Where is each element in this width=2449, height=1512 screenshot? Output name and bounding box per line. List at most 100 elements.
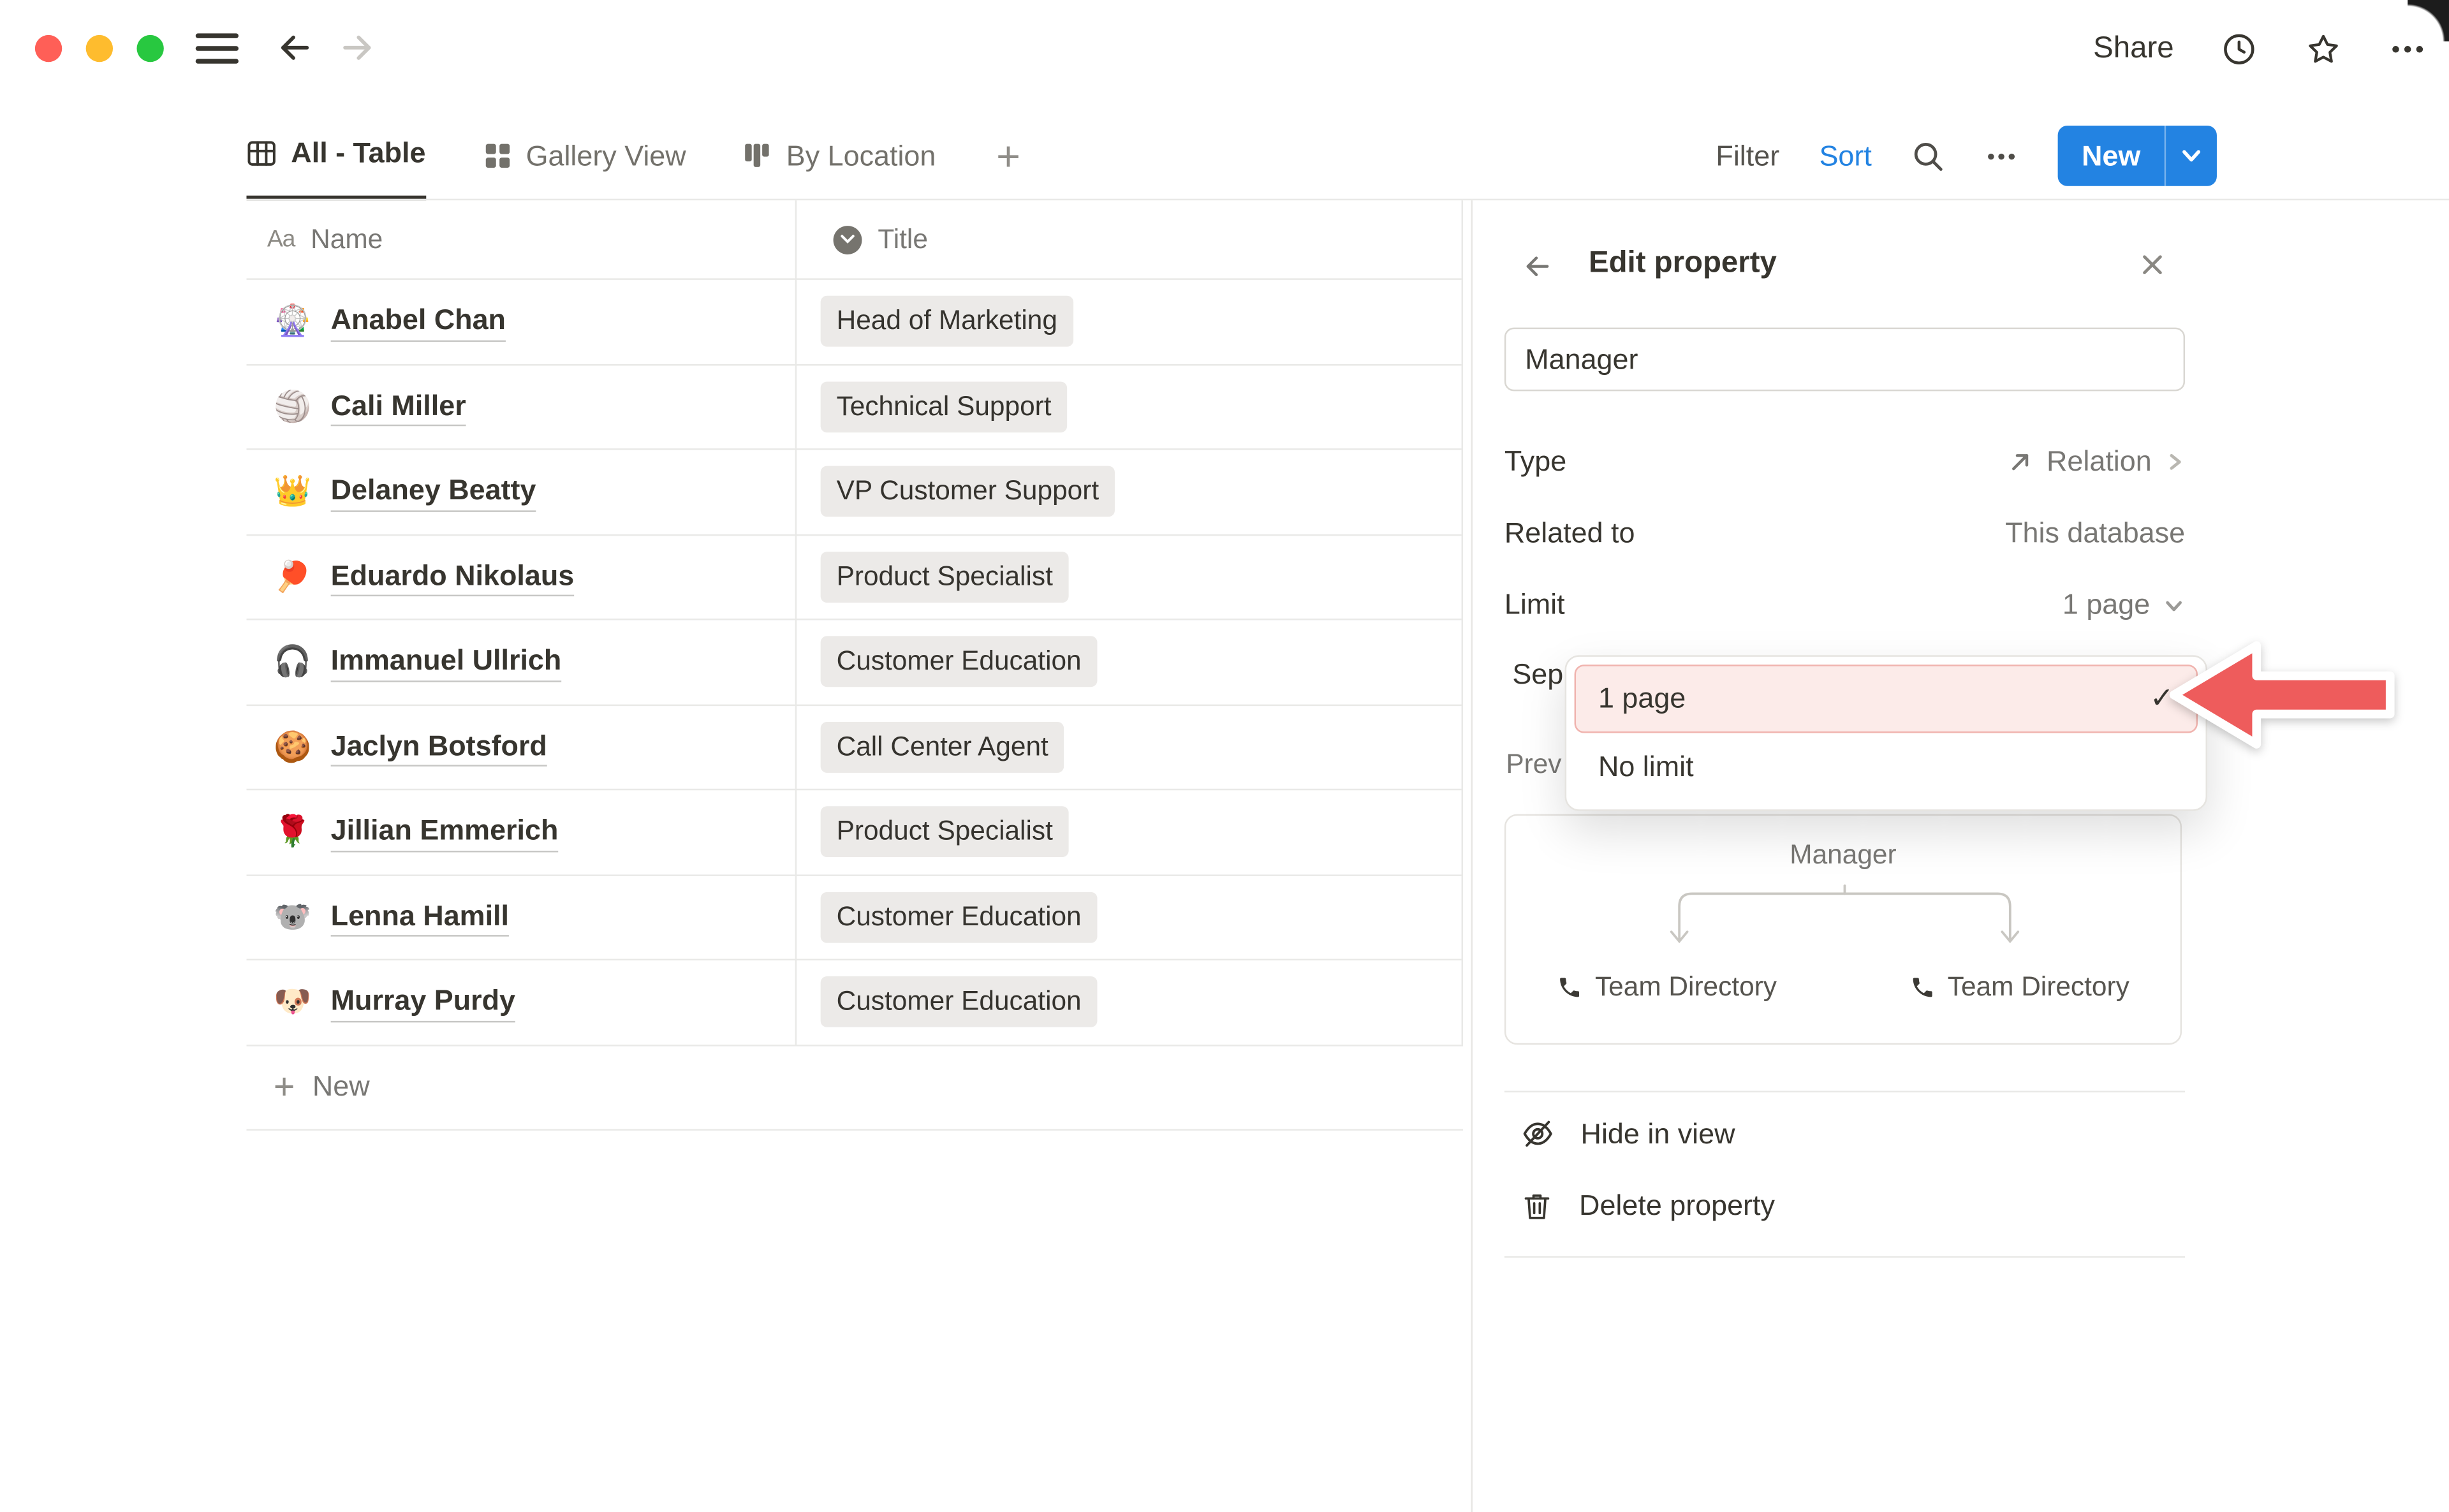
new-record-button[interactable]: New <box>2058 126 2217 186</box>
table-row[interactable]: 👑 Delaney Beatty VP Customer Support <box>246 450 1463 535</box>
table-row[interactable]: 🎧 Immanuel Ullrich Customer Education <box>246 620 1463 705</box>
field-label: Type <box>1504 445 1566 478</box>
column-label: Title <box>878 223 928 255</box>
forward-arrow-icon[interactable] <box>337 27 379 68</box>
table-row[interactable]: 🏓 Eduardo Nikolaus Product Specialist <box>246 535 1463 620</box>
page-emoji: 🎧 <box>274 643 312 681</box>
field-value: 1 page <box>2063 589 2150 622</box>
action-label: Hide in view <box>1581 1117 1735 1150</box>
dropdown-option-1-page[interactable]: 1 page ✓ <box>1575 664 2198 733</box>
history-clock-icon[interactable] <box>2220 30 2258 68</box>
table-right-border <box>1462 200 1463 1045</box>
text-property-icon: Aa <box>267 226 295 253</box>
tab-gallery-view[interactable]: Gallery View <box>483 112 686 201</box>
sort-button[interactable]: Sort <box>1819 139 1871 172</box>
preview-item: Team Directory <box>1909 972 2129 1004</box>
limit-dropdown-menu: 1 page ✓ No limit <box>1565 655 2207 811</box>
page-emoji: 🏐 <box>274 388 312 426</box>
page-link[interactable]: Jillian Emmerich <box>331 812 559 851</box>
field-type[interactable]: Type Relation <box>1504 426 2185 497</box>
view-more-icon[interactable] <box>1985 139 2018 172</box>
field-related-to[interactable]: Related to This database <box>1504 497 2185 569</box>
column-divider[interactable] <box>795 200 797 1045</box>
table-row[interactable]: 🍪Jaclyn Botsford Call Center Agent <box>246 705 1463 790</box>
page-link[interactable]: Lenna Hamill <box>331 898 509 937</box>
favorite-star-icon[interactable] <box>2304 30 2342 68</box>
filter-button[interactable]: Filter <box>1716 139 1779 172</box>
column-header-name[interactable]: Aa Name <box>246 223 795 255</box>
field-limit[interactable]: Limit 1 page <box>1504 569 2185 641</box>
minimize-window-button[interactable] <box>86 35 113 62</box>
preview-item-label: Team Directory <box>1948 972 2129 1004</box>
table-row[interactable]: 🎡 Anabel Chan Head of Marketing <box>246 280 1463 365</box>
hide-in-view-button[interactable]: Hide in view <box>1504 1099 2185 1169</box>
page-link[interactable]: Cali Miller <box>331 387 466 426</box>
page-emoji: 🐶 <box>274 983 312 1022</box>
title-tag[interactable]: VP Customer Support <box>821 466 1115 517</box>
page-link[interactable]: Eduardo Nikolaus <box>331 557 575 596</box>
column-label: Name <box>311 223 383 255</box>
gallery-view-icon <box>483 142 511 170</box>
view-tabs: All - Table Gallery View By Location + <box>246 112 1020 201</box>
new-row-label: New <box>313 1070 370 1103</box>
title-tag[interactable]: Call Center Agent <box>821 721 1064 772</box>
sidebar-menu-icon[interactable] <box>196 33 239 63</box>
plus-icon: + <box>274 1069 295 1105</box>
zoom-window-button[interactable] <box>136 35 163 62</box>
page-emoji: 🏓 <box>274 558 312 596</box>
option-label: 1 page <box>1598 682 1686 716</box>
table-row[interactable]: 🏐 Cali Miller Technical Support <box>246 365 1463 450</box>
tab-label: All - Table <box>291 136 425 170</box>
new-dropdown-chevron-icon[interactable] <box>2166 143 2217 168</box>
table-row[interactable]: 🐶 Murray Purdy Customer Education <box>246 960 1463 1045</box>
title-tag[interactable]: Customer Education <box>821 892 1098 943</box>
chevron-down-icon <box>2163 594 2185 616</box>
page-emoji: 🎡 <box>274 302 312 341</box>
title-tag[interactable]: Product Specialist <box>821 807 1069 858</box>
column-header-title[interactable]: Title <box>795 223 1463 255</box>
panel-back-icon[interactable] <box>1520 249 1554 283</box>
title-tag[interactable]: Customer Education <box>821 636 1098 687</box>
page-link[interactable]: Immanuel Ullrich <box>331 642 562 681</box>
title-tag[interactable]: Product Specialist <box>821 552 1069 603</box>
search-icon[interactable] <box>1911 139 1945 172</box>
table-row[interactable]: 🐨Lenna Hamill Customer Education <box>246 876 1463 960</box>
title-tag[interactable]: Customer Education <box>821 977 1098 1028</box>
view-controls: Filter Sort New <box>1716 112 2217 201</box>
tab-by-location[interactable]: By Location <box>743 112 936 201</box>
field-value: Relation <box>2047 445 2152 478</box>
table-view-icon <box>246 138 276 168</box>
new-row-button[interactable]: + New <box>246 1045 1463 1129</box>
preview-root-label: Manager <box>1506 840 2180 872</box>
panel-section-divider <box>1504 1256 2185 1258</box>
title-tag[interactable]: Technical Support <box>821 381 1068 432</box>
page-emoji: 👑 <box>274 473 312 511</box>
close-icon[interactable] <box>2139 251 2166 278</box>
annotation-arrow-icon <box>2166 633 2398 756</box>
page-link[interactable]: Murray Purdy <box>331 983 515 1022</box>
trash-icon <box>1520 1189 1554 1222</box>
phone-icon <box>1909 975 1935 1001</box>
page-link[interactable]: Anabel Chan <box>331 302 506 341</box>
close-window-button[interactable] <box>35 35 62 62</box>
table-row[interactable]: 🌹Jillian Emmerich Product Specialist <box>246 790 1463 875</box>
field-value: This database <box>2005 517 2185 550</box>
board-view-icon <box>743 142 772 170</box>
title-tag[interactable]: Head of Marketing <box>821 296 1073 347</box>
chevron-right-icon <box>2165 451 2185 472</box>
notion-window: Share All - Table Gallery View <box>0 0 2449 1512</box>
add-view-icon[interactable]: + <box>996 112 1020 201</box>
relation-preview: Manager Team Directory <box>1504 814 2182 1045</box>
relation-arrow-icon <box>2007 448 2034 475</box>
delete-property-button[interactable]: Delete property <box>1504 1170 2185 1240</box>
page-link[interactable]: Jaclyn Botsford <box>331 728 547 767</box>
tab-all-table[interactable]: All - Table <box>246 112 425 201</box>
back-arrow-icon[interactable] <box>274 27 315 68</box>
panel-section-divider <box>1504 1091 2185 1092</box>
dropdown-option-no-limit[interactable]: No limit <box>1575 733 2198 802</box>
share-button[interactable]: Share <box>2093 32 2173 67</box>
property-name-input[interactable] <box>1504 328 2185 392</box>
tab-label: By Location <box>786 139 936 172</box>
window-corner <box>2408 0 2449 41</box>
page-link[interactable]: Delaney Beatty <box>331 473 536 511</box>
